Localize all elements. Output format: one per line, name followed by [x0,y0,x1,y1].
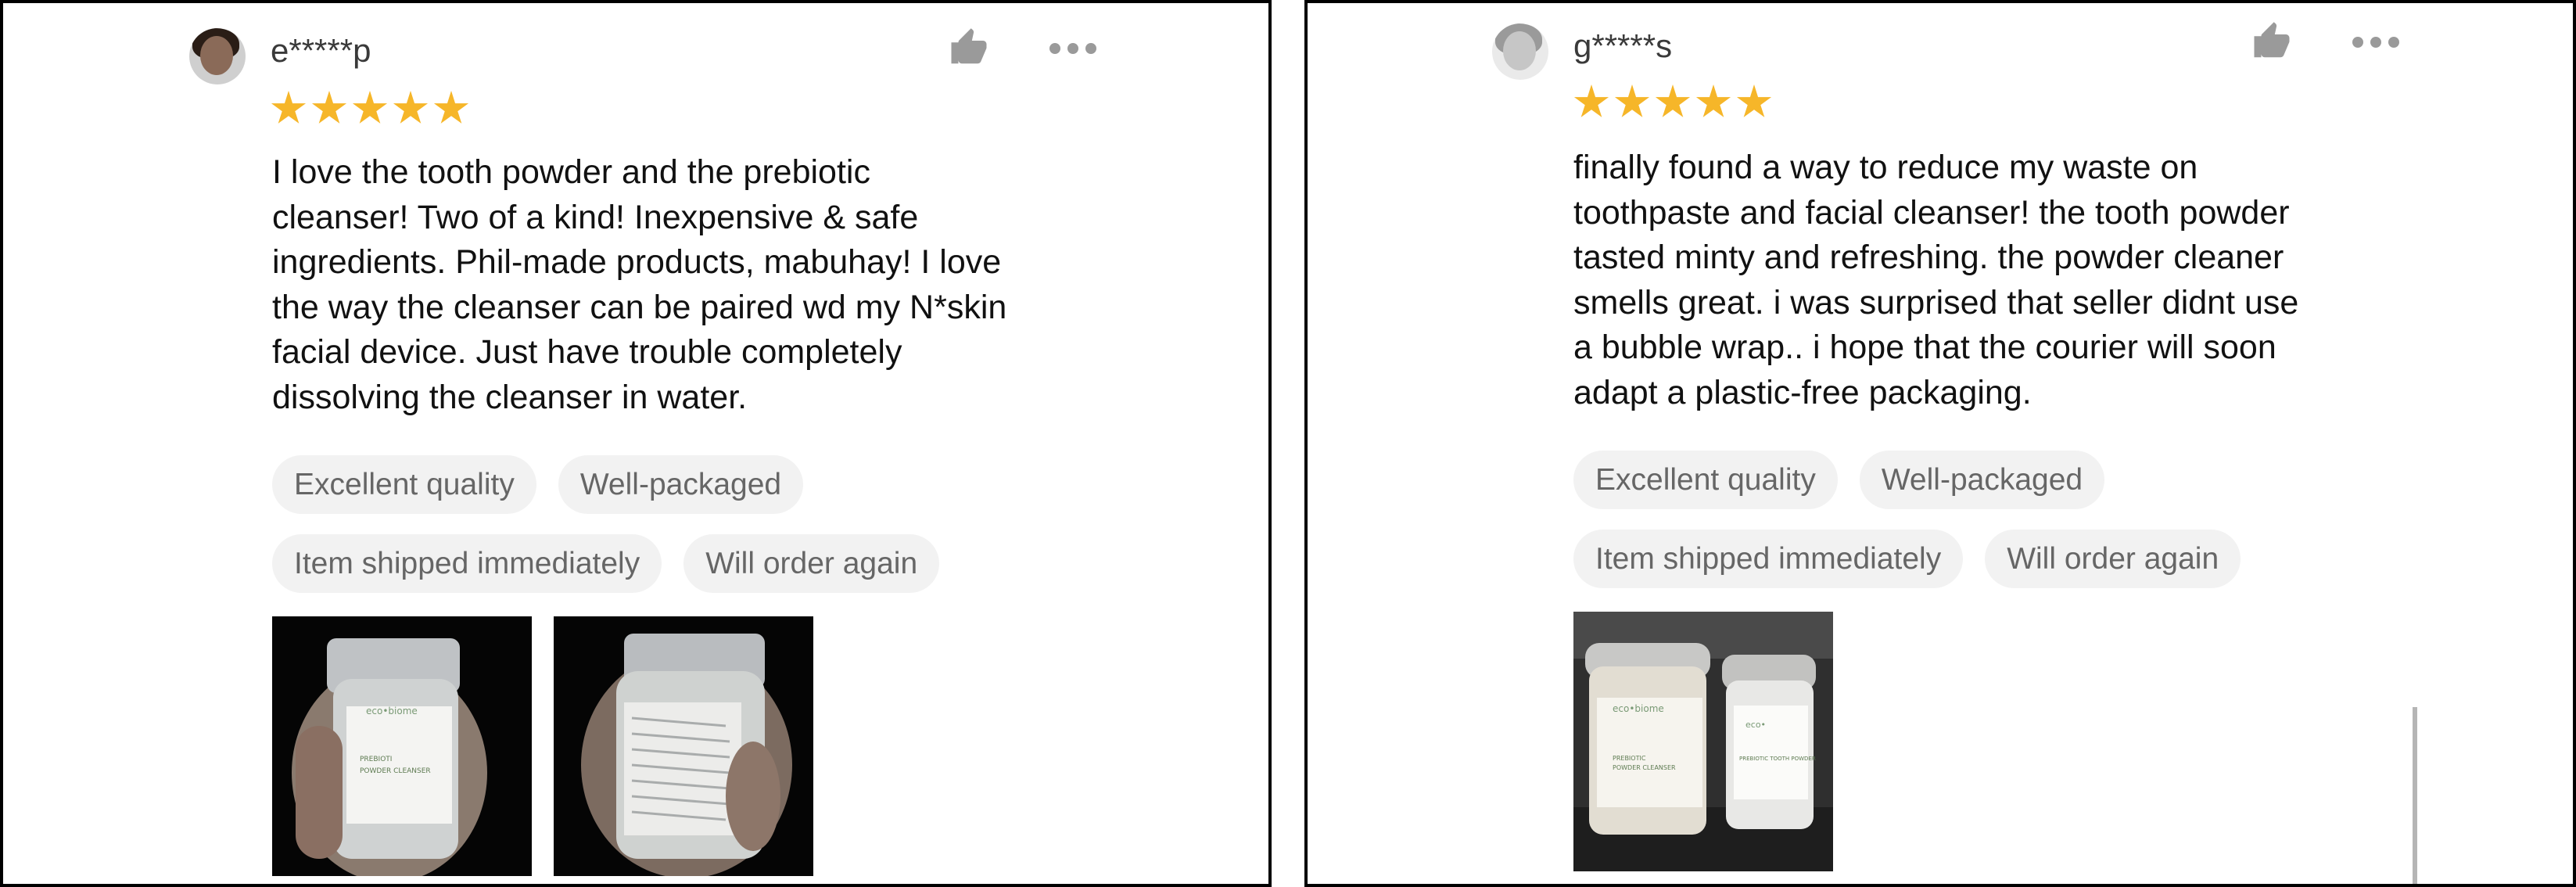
tag-excellent-quality: Excellent quality [272,455,536,514]
reviewer-username: g*****s [1573,27,1673,64]
svg-text:PREBIOTIC TOOTH POWDER: PREBIOTIC TOOTH POWDER [1739,756,1816,762]
star-rating [271,91,469,127]
star-icon [433,91,469,124]
product-jar-image: eco•biome PREBIOTI POWDER CLEANSER [292,638,487,876]
reviewer-username: e*****p [271,32,371,69]
thumbs-up-icon[interactable] [948,27,990,69]
svg-text:POWDER CLEANSER: POWDER CLEANSER [1613,764,1676,771]
review-text: I love the tooth powder and the prebioti… [272,153,1007,416]
star-icon [393,91,429,124]
review-text: finally found a way to reduce my waste o… [1573,149,2299,411]
svg-text:eco•biome: eco•biome [1613,703,1664,714]
star-icon [1573,84,1609,117]
tag-excellent-quality: Excellent quality [1573,451,1838,509]
star-icon [1695,84,1731,117]
avatar[interactable] [189,28,246,84]
avatar[interactable] [1492,23,1548,80]
star-icon [1614,84,1650,117]
review-tags: Excellent quality Well-packaged Item shi… [272,455,1132,593]
more-options-icon[interactable] [2352,34,2399,50]
thumbs-up-icon[interactable] [2251,20,2293,63]
tag-item-shipped-immediately: Item shipped immediately [272,534,662,593]
review-card-1: e*****p I love the tooth powder and the … [0,0,1272,887]
svg-text:PREBIOTIC: PREBIOTIC [1613,755,1646,762]
svg-text:eco•: eco• [1745,720,1766,730]
scrollbar[interactable] [2413,707,2417,884]
product-jar-back-image [581,634,792,876]
svg-text:eco•biome: eco•biome [366,706,418,716]
star-icon [352,91,388,124]
star-icon [311,91,347,124]
review-tags: Excellent quality Well-packaged Item shi… [1573,451,2434,588]
star-icon [1736,84,1772,117]
star-rating [1573,84,1772,120]
tag-item-shipped-immediately: Item shipped immediately [1573,530,1964,588]
tag-well-packaged: Well-packaged [558,455,804,514]
review-card-2: g*****s finally found a way to reduce my… [1304,0,2576,887]
tag-will-order-again: Will order again [1985,530,2241,588]
star-icon [271,91,307,124]
review-photo[interactable]: eco•biome PREBIOTI POWDER CLEANSER [272,616,532,876]
tag-will-order-again: Will order again [683,534,940,593]
review-photo[interactable]: eco•biome PREBIOTIC POWDER CLEANSER eco•… [1573,612,1833,871]
more-options-icon[interactable] [1049,41,1096,56]
star-icon [1655,84,1691,117]
tag-well-packaged: Well-packaged [1859,451,2105,509]
svg-text:POWDER CLEANSER: POWDER CLEANSER [360,767,431,775]
review-photo[interactable] [554,616,813,876]
svg-text:PREBIOTI: PREBIOTI [360,756,392,763]
product-jars-image: eco•biome PREBIOTIC POWDER CLEANSER eco•… [1573,612,1833,871]
